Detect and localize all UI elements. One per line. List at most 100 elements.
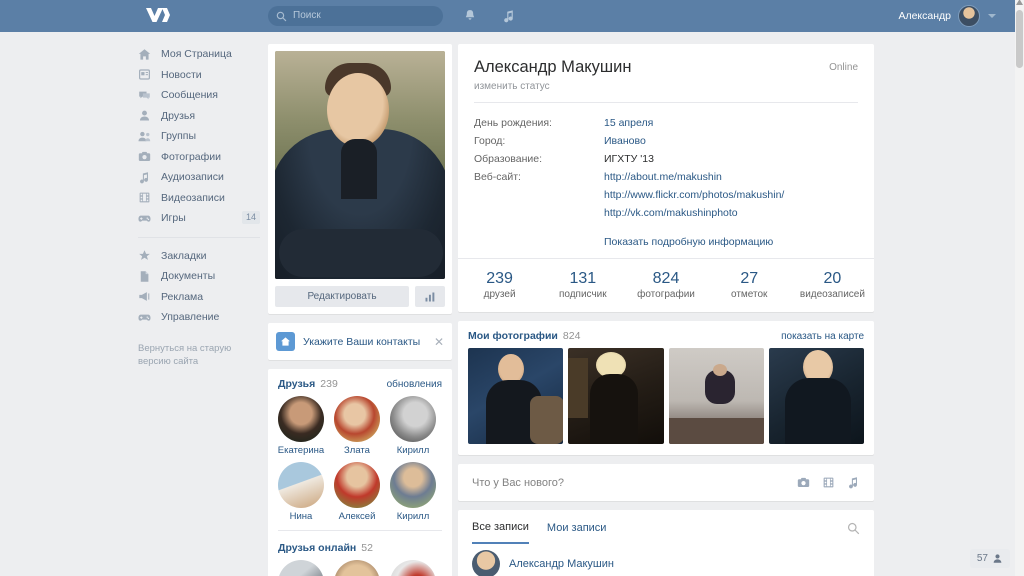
show-on-map-link[interactable]: показать на карте [781,331,864,342]
sidebar-item-my-page[interactable]: Моя Страница [138,44,262,65]
page-scrollbar[interactable] [1015,0,1024,576]
photo-thumbnail[interactable] [768,348,864,444]
edit-profile-button[interactable]: Редактировать [275,286,409,307]
friend-item[interactable]: Нина [276,462,326,522]
scroll-up-arrow-icon[interactable] [1016,0,1023,5]
camera-icon[interactable] [797,476,810,489]
megaphone-icon [139,292,150,302]
friends-online-header: Друзья онлайн 52 [268,533,452,560]
music-note-icon[interactable] [502,9,516,23]
photos-block-title[interactable]: Мои фотографии [468,330,558,342]
website-link[interactable]: http://www.flickr.com/photos/makushin/ [604,186,784,204]
sidebar-item-label: Закладки [161,249,207,262]
friend-item[interactable]: Кирилл [388,462,438,522]
counter-value: 20 [823,270,842,287]
counter-tags[interactable]: 27 отметок [708,269,791,300]
photos-block-header: Мои фотографии 824 показать на карте [458,321,874,348]
change-status-link[interactable]: изменить статус [474,81,858,92]
sidebar-item-news[interactable]: Новости [138,65,262,86]
sidebar-item-photos[interactable]: Фотографии [138,147,262,168]
photo-thumbnail[interactable] [568,348,664,444]
search-icon[interactable] [847,522,860,535]
sidebar-item-games[interactable]: Игры 14 [138,208,262,229]
avatar [334,396,380,442]
sidebar-item-label: Игры [161,212,186,225]
search-input[interactable]: Поиск [268,6,443,26]
new-post-placeholder: Что у Вас нового? [472,476,565,489]
vk-logo-icon [146,8,170,22]
friend-item[interactable] [388,560,438,576]
post-author-name[interactable]: Александр Макушин [509,558,614,570]
website-link[interactable]: http://vk.com/makushinphoto [604,204,784,222]
counter-label: подписчик [558,289,607,300]
bar-chart-icon [425,292,435,301]
news-icon [139,69,150,80]
photo-person-shirt [341,139,377,199]
chevron-down-icon[interactable] [988,14,996,18]
friends-block-title[interactable]: Друзья [278,378,315,390]
sidebar-item-friends[interactable]: Друзья [138,106,262,127]
friend-name: Екатерина [277,445,325,456]
avatar[interactable] [472,550,500,576]
film-icon[interactable] [822,476,835,489]
header-user-name: Александр [898,10,951,22]
photo-thumbnail[interactable] [468,348,564,444]
header-avatar[interactable] [958,5,980,27]
sidebar-divider [138,236,260,238]
friends-divider [278,530,442,531]
old-version-link[interactable]: Вернуться на старую версию сайта [138,342,248,368]
home-badge-icon [276,332,295,351]
counter-videos[interactable]: 20 видеозаписей [791,269,874,300]
sidebar-item-management[interactable]: Управление [138,307,262,328]
chat-badge-count: 57 [976,553,988,564]
music-note-icon[interactable] [847,476,860,489]
show-detailed-info-link[interactable]: Показать подробную информацию [604,236,858,248]
scrollbar-thumb[interactable] [1016,10,1023,68]
close-icon[interactable]: ✕ [434,336,444,348]
friends-updates-link[interactable]: обновления [387,379,442,390]
top-navigation-bar: Поиск Александр [0,0,1024,32]
info-value[interactable]: ИГХТУ '13 [604,150,654,168]
sidebar-item-label: Аудиозаписи [161,171,224,184]
photos-block: Мои фотографии 824 показать на карте [458,321,874,455]
info-row-education: Образование: ИГХТУ '13 [474,150,858,168]
contacts-banner: Укажите Ваши контакты ✕ [268,323,452,360]
sidebar-item-audio[interactable]: Аудиозаписи [138,167,262,188]
tab-my-posts[interactable]: Мои записи [547,522,607,543]
friend-item[interactable] [332,560,382,576]
website-link[interactable]: http://about.me/makushin [604,168,784,186]
sidebar-item-ads[interactable]: Реклама [138,287,262,308]
sidebar-item-video[interactable]: Видеозаписи [138,188,262,209]
sidebar-item-messages[interactable]: Сообщения [138,85,262,106]
photo-person-face [327,73,389,147]
vk-logo[interactable] [145,7,171,23]
chat-badge[interactable]: 57 [969,549,1010,568]
info-value[interactable]: Иваново [604,132,646,150]
tab-all-posts[interactable]: Все записи [472,521,529,544]
friend-item[interactable] [276,560,326,576]
contacts-banner-text[interactable]: Укажите Ваши контакты [303,336,434,348]
counter-value: 27 [740,270,759,287]
friend-name: Злата [344,445,370,456]
bell-icon[interactable] [463,9,477,23]
counter-followers[interactable]: 131 подписчик [541,269,624,300]
sidebar-item-bookmarks[interactable]: Закладки [138,246,262,267]
friend-item[interactable]: Екатерина [276,396,326,456]
friend-item[interactable]: Злата [332,396,382,456]
website-links: http://about.me/makushin http://www.flic… [604,168,784,222]
friend-item[interactable]: Кирилл [388,396,438,456]
friend-name: Нина [289,511,313,522]
photo-thumbnail[interactable] [668,348,764,444]
sidebar-item-documents[interactable]: Документы [138,266,262,287]
header-user-menu[interactable]: Александр [898,5,996,27]
new-post-box[interactable]: Что у Вас нового? [458,464,874,501]
info-value[interactable]: 15 апреля [604,114,653,132]
friend-item[interactable]: Алексей [332,462,382,522]
friends-online-title[interactable]: Друзья онлайн [278,542,356,554]
statistics-button[interactable] [415,286,445,307]
profile-photo[interactable] [275,51,445,279]
sidebar-item-groups[interactable]: Группы [138,126,262,147]
feed-post-item[interactable]: Александр Макушин [458,544,874,576]
counter-photos[interactable]: 824 фотографии [624,269,707,300]
counter-friends[interactable]: 239 друзей [458,269,541,300]
